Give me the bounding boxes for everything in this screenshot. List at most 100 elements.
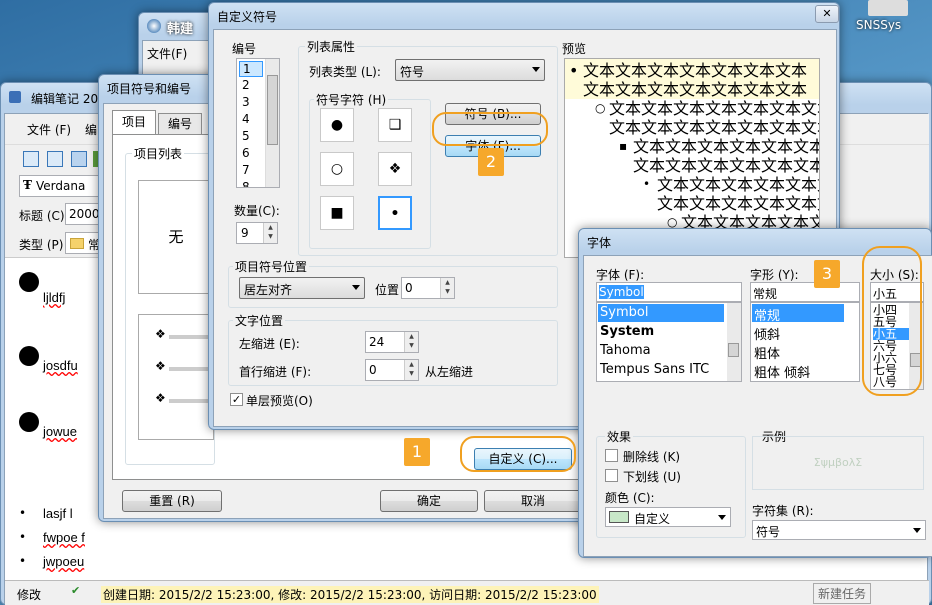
cancel-button[interactable]: 取消	[484, 490, 582, 512]
style-item[interactable]: 倾斜	[754, 324, 780, 343]
preview-bullet: ▪	[619, 139, 628, 153]
spellcheck-icon[interactable]: ✔	[71, 584, 80, 597]
align-value: 居左对齐	[244, 283, 293, 297]
strike-checkbox[interactable]	[605, 449, 618, 462]
font-item[interactable]: System	[600, 324, 654, 339]
app-logo-icon	[147, 19, 161, 33]
reset-button[interactable]: 重置 (R)	[122, 490, 222, 512]
style-input[interactable]: 常规	[750, 282, 860, 302]
note-line-5: fwpoe f	[43, 530, 85, 545]
symbol-cell[interactable]: ❑	[378, 108, 412, 142]
menu-edit[interactable]: 编	[85, 121, 97, 138]
numbering-item[interactable]: 1	[239, 61, 263, 77]
underline-checkbox[interactable]	[605, 469, 618, 482]
highlight-custom-button	[460, 436, 576, 472]
style-input-value: 常规	[753, 287, 778, 301]
color-combo[interactable]: 自定义	[605, 507, 731, 527]
style-item[interactable]: 粗体 倾斜	[754, 362, 810, 381]
preview-line: 文本文本文本文本文本文本文本	[609, 99, 820, 118]
diamond-bullet-icon: ❖	[155, 327, 166, 341]
spinner-arrows-icon[interactable]: ▲ ▼	[404, 332, 418, 352]
first-indent-value: 0	[369, 363, 377, 377]
align-combo[interactable]: 居左对齐	[239, 277, 365, 299]
highlight-size-list	[862, 246, 922, 396]
list-type-value: 符号	[400, 65, 425, 79]
first-indent-spinner[interactable]: 0 ▲ ▼	[365, 359, 419, 381]
color-label: 颜色 (C):	[605, 491, 655, 505]
numbering-item[interactable]: 7	[239, 163, 263, 177]
font-item[interactable]: Tempus Sans ITC	[600, 362, 709, 377]
numbering-item[interactable]: 4	[239, 112, 263, 126]
chevron-down-icon	[532, 67, 540, 72]
tab-numbering[interactable]: 编号	[158, 113, 202, 134]
symbol-cell[interactable]: ●	[320, 108, 354, 142]
numbering-item[interactable]: 5	[239, 129, 263, 143]
left-indent-label: 左缩进 (E):	[239, 337, 300, 351]
note-line-6: jwpoeu	[43, 554, 85, 569]
ok-button[interactable]: 确定	[380, 490, 478, 512]
position-spinner[interactable]: 0 ▲ ▼	[401, 277, 455, 299]
font-name-value: Verdana	[36, 179, 86, 193]
numbering-item[interactable]: 3	[239, 95, 263, 109]
small-bullet-2: •	[19, 530, 27, 544]
style-diamond[interactable]: ❖ ❖ ❖	[138, 314, 214, 440]
symbol-cell[interactable]: ○	[320, 152, 354, 186]
close-button[interactable]: ✕	[815, 5, 839, 23]
count-value: 9	[241, 226, 249, 240]
single-preview-checkbox[interactable]: ✓	[230, 393, 243, 406]
font-list-scrollbar[interactable]	[727, 303, 741, 381]
font-list[interactable]: Symbol System Tahoma Tempus Sans ITC	[596, 302, 742, 382]
step-badge-3: 3	[814, 260, 840, 288]
font-item[interactable]: Symbol	[600, 305, 648, 320]
custom-dialog-title: 自定义符号	[217, 10, 278, 24]
sample-box: ΣψμβολΣ	[752, 436, 924, 490]
save-icon[interactable]	[71, 151, 87, 167]
folder-icon	[70, 238, 84, 249]
new-icon[interactable]	[23, 151, 39, 167]
font-input[interactable]: Symbol	[596, 282, 742, 302]
close-icon: ✕	[822, 7, 832, 20]
spinner-arrows-icon[interactable]: ▲ ▼	[440, 278, 454, 298]
count-spinner[interactable]: 9 ▲ ▼	[236, 222, 278, 244]
style-item[interactable]: 常规	[754, 305, 780, 324]
tab-bullets[interactable]: 项目	[112, 110, 156, 134]
style-none[interactable]: 无	[138, 180, 214, 294]
small-bullet-1: •	[19, 506, 27, 520]
font-name-combo[interactable]: Ŧ Verdana	[19, 175, 109, 197]
font-dialog-title: 字体	[587, 236, 612, 250]
diamond-bullet-icon: ❖	[155, 391, 166, 405]
count-label: 数量(C):	[234, 204, 280, 218]
numbering-item[interactable]: 2	[239, 78, 263, 92]
preview-line: 文本文本文本文本文本文本文本	[633, 137, 819, 156]
diamond-bullet-icon: ❖	[155, 359, 166, 373]
big-bullet-3	[19, 412, 39, 432]
menu-file[interactable]: 文件 (F)	[27, 121, 71, 138]
numbering-item[interactable]: 8	[239, 180, 263, 187]
charset-combo[interactable]: 符号	[752, 520, 926, 540]
numbering-scrollbar[interactable]	[265, 59, 279, 187]
symbol-cell[interactable]: •	[378, 196, 412, 230]
style-list[interactable]: 常规 倾斜 粗体 粗体 倾斜	[750, 302, 860, 382]
new-task-button[interactable]: 新建任务	[813, 583, 872, 604]
symbol-chars-label: 符号字符 (H)	[314, 91, 389, 108]
symbol-cell[interactable]: ❖	[378, 152, 412, 186]
desktop-icon-label: SNSSys	[856, 18, 902, 32]
style-item[interactable]: 粗体	[754, 343, 780, 362]
spinner-arrows-icon[interactable]: ▲ ▼	[404, 360, 418, 380]
preview-line: 文本文本文本文本文本文本文本	[657, 194, 819, 213]
bg-menu-file[interactable]: 文件(F)	[147, 45, 187, 62]
left-indent-spinner[interactable]: 24 ▲ ▼	[365, 331, 419, 353]
editor-app-icon	[9, 91, 21, 103]
numbering-item[interactable]: 6	[239, 146, 263, 160]
spinner-arrows-icon[interactable]: ▲ ▼	[263, 223, 277, 243]
list-type-combo[interactable]: 符号	[395, 59, 545, 81]
symbol-cell[interactable]: ■	[320, 196, 354, 230]
color-swatch	[609, 511, 629, 523]
big-bullet-2	[19, 346, 39, 366]
numbering-list[interactable]: 12 3 4 5 6 7 8	[236, 58, 280, 188]
desktop-icon[interactable]	[868, 0, 908, 16]
open-icon[interactable]	[47, 151, 63, 167]
strike-label: 删除线 (K)	[623, 450, 681, 464]
first-indent-label: 首行缩进 (F):	[239, 365, 312, 379]
font-item[interactable]: Tahoma	[600, 343, 651, 358]
